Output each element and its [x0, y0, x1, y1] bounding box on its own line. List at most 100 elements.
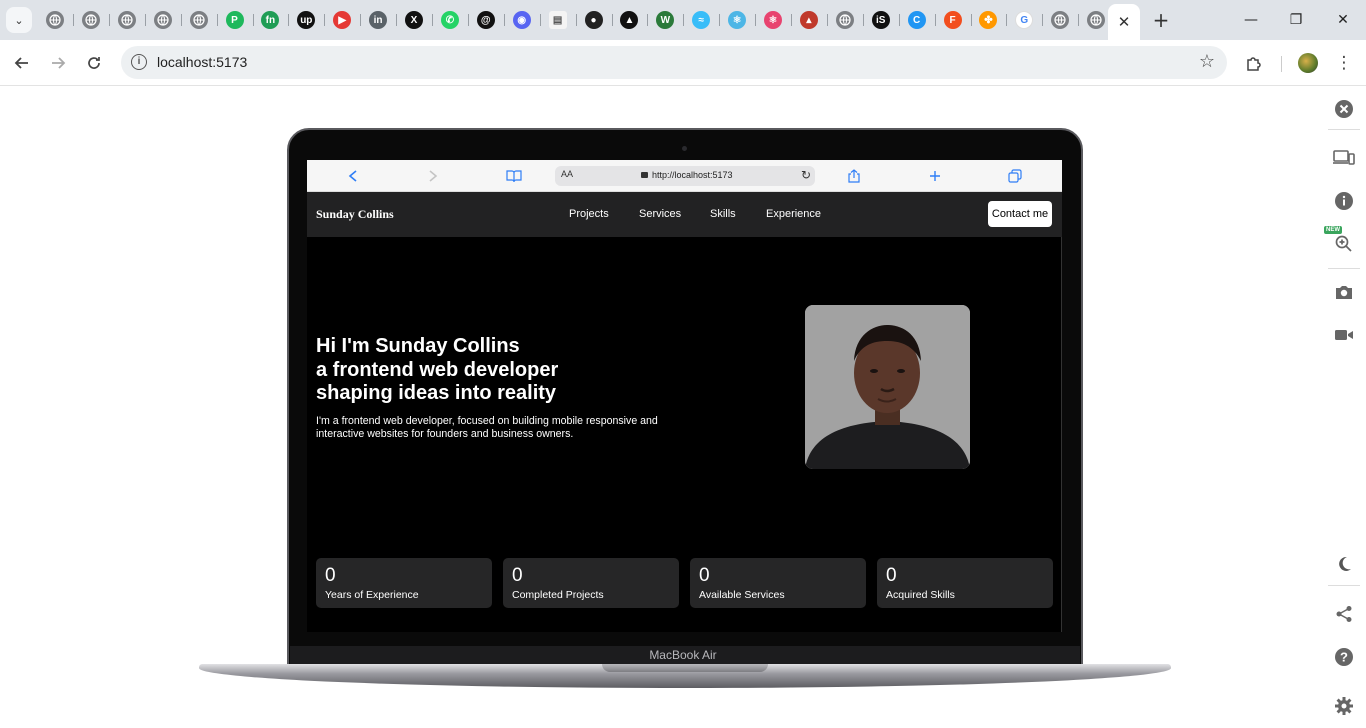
tab-tailwind-icon[interactable]: ≈	[692, 11, 711, 29]
tab-blocks-icon[interactable]: ✤	[979, 11, 998, 29]
side-panel-divider	[1328, 585, 1360, 586]
tab-globe-7-icon[interactable]	[1051, 11, 1070, 29]
tab-separator	[1078, 14, 1080, 26]
avatar[interactable]	[1298, 53, 1318, 73]
address-text[interactable]: localhost:5173	[157, 54, 247, 70]
nav-link-projects[interactable]: Projects	[569, 208, 609, 220]
star-icon[interactable]: ☆	[1199, 51, 1215, 72]
tab-github-icon[interactable]: ●	[584, 11, 603, 29]
puzzle-icon[interactable]	[1242, 51, 1266, 75]
safari-tabs-icon[interactable]	[1006, 167, 1024, 185]
tab-separator	[467, 14, 469, 26]
tab-chrome-icon[interactable]	[1087, 11, 1106, 29]
contact-me-button[interactable]: Contact me	[988, 201, 1052, 227]
side-panel-divider	[1328, 129, 1360, 130]
tab-fn-icon[interactable]: fn	[261, 11, 280, 29]
close-circle-icon[interactable]	[1333, 98, 1355, 120]
nav-link-experience[interactable]: Experience	[766, 208, 821, 220]
toolbar-divider	[1281, 56, 1282, 72]
safari-toolbar: AA http://localhost:5173 ↻	[307, 160, 1062, 192]
nav-link-services[interactable]: Services	[639, 208, 681, 220]
laptop-notch	[602, 664, 768, 672]
tab-c-icon[interactable]: C	[907, 11, 926, 29]
tab-analytics-icon[interactable]: ▴	[799, 11, 818, 29]
tab-globe-1-icon[interactable]	[46, 11, 64, 29]
new-tab-button[interactable]: +	[1150, 8, 1172, 32]
stat-card-services: 0 Available Services	[690, 558, 866, 608]
tab-separator	[180, 14, 182, 26]
browser-toolbar: i localhost:5173 ☆ ⋮	[0, 40, 1366, 86]
tab-separator	[755, 14, 757, 26]
dark-mode-icon[interactable]	[1333, 553, 1355, 575]
tab-x-icon[interactable]: X	[405, 11, 423, 29]
safari-new-tab-icon[interactable]	[926, 167, 944, 185]
tab-discord-icon[interactable]: ◉	[512, 11, 531, 29]
page-scrollbar[interactable]	[1061, 237, 1062, 632]
zoom-in-icon[interactable]	[1333, 233, 1355, 255]
site-brand[interactable]: Sunday Collins	[316, 207, 394, 222]
safari-back-icon[interactable]	[344, 167, 362, 185]
tab-google-icon[interactable]: G	[1015, 11, 1034, 29]
video-icon[interactable]	[1333, 324, 1355, 346]
minimize-button[interactable]: —	[1239, 8, 1263, 32]
tab-threads-icon[interactable]: @	[476, 11, 495, 29]
tab-globe-5-icon[interactable]	[189, 11, 208, 29]
camera-dot	[682, 146, 687, 151]
tab-close-icon[interactable]: ✕	[1118, 13, 1131, 31]
hero-description: I'm a frontend web developer, focused on…	[316, 415, 658, 440]
safari-forward-icon[interactable]	[424, 167, 442, 185]
tab-globe-6-icon[interactable]	[835, 11, 854, 29]
safari-bookmarks-icon[interactable]	[505, 167, 523, 185]
stat-card-projects: 0 Completed Projects	[503, 558, 679, 608]
safari-reload-icon[interactable]: ↻	[801, 168, 811, 182]
safari-share-icon[interactable]	[845, 167, 863, 185]
kebab-menu-icon[interactable]: ⋮	[1332, 51, 1356, 75]
tab-separator	[719, 14, 721, 26]
tab-separator	[108, 14, 110, 26]
tab-youtube-icon[interactable]: ▶	[333, 11, 352, 29]
tab-vercel-icon[interactable]: ▲	[620, 11, 639, 29]
tab-react-1-icon[interactable]: ⚛	[728, 11, 747, 29]
share-icon[interactable]	[1333, 603, 1355, 625]
nav-link-skills[interactable]: Skills	[710, 208, 736, 220]
active-tab[interactable]: ✕	[1108, 4, 1140, 40]
devices-icon[interactable]	[1333, 147, 1355, 169]
tab-separator	[862, 14, 864, 26]
hero-heading-line-3: shaping ideas into reality	[316, 382, 557, 404]
tab-linkedin-icon[interactable]: in	[369, 11, 388, 29]
lock-icon	[641, 172, 648, 178]
safari-address-bar[interactable]: AA http://localhost:5173 ↻	[555, 166, 815, 186]
settings-icon[interactable]	[1333, 695, 1355, 717]
reload-icon[interactable]	[82, 51, 106, 75]
tab-search-chevron-icon[interactable]: ⌄	[6, 7, 32, 33]
tab-figma-icon[interactable]: F	[943, 11, 962, 29]
tab-globe-2-icon[interactable]	[81, 11, 100, 29]
side-panel-divider	[1328, 268, 1360, 269]
tab-globe-3-icon[interactable]	[117, 11, 136, 29]
stat-value: 0	[886, 565, 897, 586]
close-window-button[interactable]: ✕	[1331, 8, 1355, 32]
safari-reader-aa[interactable]: AA	[561, 169, 573, 179]
camera-icon[interactable]	[1333, 281, 1355, 303]
back-arrow-icon[interactable]	[10, 51, 34, 75]
stat-label: Completed Projects	[512, 589, 604, 601]
tab-w-icon[interactable]: W	[656, 11, 675, 29]
tab-react-2-icon[interactable]: ⚛	[764, 11, 782, 29]
tab-upwork-icon[interactable]: up	[297, 11, 316, 29]
tab-is-icon[interactable]: iS	[871, 11, 890, 29]
address-bar[interactable]: i localhost:5173 ☆	[121, 46, 1227, 79]
safari-url-text[interactable]: http://localhost:5173	[652, 170, 733, 180]
tab-doc-icon[interactable]: ▤	[548, 11, 567, 29]
site-info-icon[interactable]: i	[131, 54, 147, 70]
forward-arrow-icon[interactable]	[46, 51, 70, 75]
tab-pharmacy-icon[interactable]: P	[225, 11, 244, 29]
info-icon[interactable]	[1333, 190, 1355, 212]
tab-separator	[288, 14, 290, 26]
restore-button[interactable]: ❐	[1284, 8, 1308, 32]
tab-separator	[575, 14, 577, 26]
tab-separator	[539, 14, 541, 26]
tab-globe-4-icon[interactable]	[153, 11, 172, 29]
tab-separator	[647, 14, 649, 26]
tab-separator	[360, 14, 362, 26]
tab-whatsapp-icon[interactable]: ✆	[440, 11, 459, 29]
